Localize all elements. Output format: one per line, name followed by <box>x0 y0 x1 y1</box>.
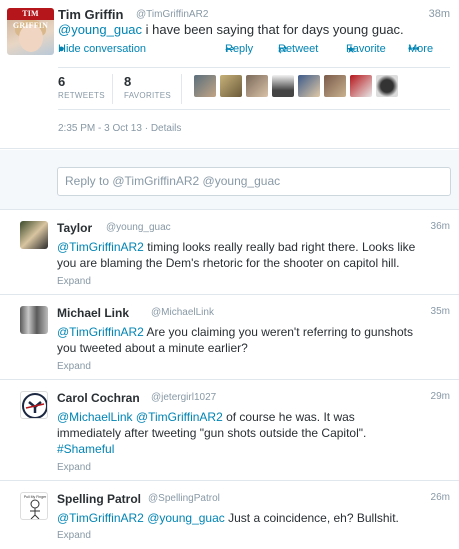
reply-time[interactable]: 26m <box>431 492 450 503</box>
reply-text: @TimGriffinAR2 Are you claiming you were… <box>57 324 449 356</box>
reply-text: @TimGriffinAR2 timing looks really reall… <box>57 239 449 271</box>
mention-link[interactable]: @young_guac <box>58 22 142 37</box>
hashtag-link[interactable]: #Shameful <box>57 442 114 456</box>
reply-author-screenname[interactable]: @young_guac <box>106 222 171 233</box>
yankees-logo-icon <box>22 393 47 418</box>
mention-link[interactable]: @TimGriffinAR2 <box>57 511 144 525</box>
author-fullname[interactable]: Tim Griffin <box>58 7 123 22</box>
reply-author-fullname[interactable]: Carol Cochran <box>57 391 140 405</box>
reply-text-line2: you tweeted about a minute earlier? <box>57 341 248 355</box>
timestamp-text: 2:35 PM - 3 Oct 13 <box>58 123 142 134</box>
reply-time[interactable]: 29m <box>431 391 450 402</box>
avatar[interactable] <box>20 306 48 334</box>
more-dots-icon: ••• <box>408 43 420 55</box>
favorites-stat[interactable]: 8 FAVORITES <box>124 74 171 100</box>
expand-link[interactable]: Expand <box>57 462 91 473</box>
favoriter-avatar[interactable] <box>376 75 398 97</box>
reply-tweet: Pull My Finger Spelling Patrol @Spelling… <box>0 482 459 549</box>
favoriter-avatar[interactable] <box>298 75 320 97</box>
reply-icon: ↩ <box>225 44 235 56</box>
avatar[interactable] <box>20 391 48 419</box>
mention-link[interactable]: @MichaelLink <box>57 410 133 424</box>
reply-button[interactable]: ↩ Reply <box>225 43 253 56</box>
tweet-body: i have been saying that for days young g… <box>142 22 404 37</box>
favorite-button[interactable]: ★ Favorite <box>346 43 386 56</box>
reply-text: @MichaelLink @TimGriffinAR2 of course he… <box>57 409 449 457</box>
retweet-button[interactable]: ⇄ Retweet <box>278 43 318 56</box>
reply-time[interactable]: 36m <box>431 221 450 232</box>
reply-author-fullname[interactable]: Spelling Patrol <box>57 492 141 506</box>
favoriter-avatar[interactable] <box>220 75 242 97</box>
stat-divider <box>181 74 182 104</box>
more-button[interactable]: ••• More <box>408 43 433 55</box>
chevron-down-circle-icon: ● <box>58 43 65 55</box>
favoriter-avatar[interactable] <box>194 75 216 97</box>
mention-link[interactable]: @young_guac <box>147 511 225 525</box>
details-link[interactable]: Details <box>151 123 182 134</box>
reply-author-fullname[interactable]: Taylor <box>57 221 92 235</box>
star-icon: ★ <box>346 44 356 56</box>
retweet-icon: ⇄ <box>278 44 288 56</box>
reply-time[interactable]: 35m <box>431 306 450 317</box>
mention-link[interactable]: @TimGriffinAR2 <box>57 240 144 254</box>
mention-link[interactable]: @TimGriffinAR2 <box>136 410 223 424</box>
favoriter-avatar[interactable] <box>324 75 346 97</box>
reply-text-line1: Are you claiming you weren't referring t… <box>143 325 413 339</box>
hide-conversation-label: Hide conversation <box>58 43 147 55</box>
reply-text-line1: timing looks really really bad right the… <box>143 240 416 254</box>
cartoon-figure-icon: Pull My Finger <box>24 495 47 519</box>
reply-author-screenname[interactable]: @SpellingPatrol <box>148 493 220 504</box>
reply-input[interactable]: Reply to @TimGriffinAR2 @young_guac <box>57 167 451 196</box>
expand-link[interactable]: Expand <box>57 361 91 372</box>
favorites-label: FAVORITES <box>124 91 172 100</box>
tweet-stats: 6 RETWEETS 8 FAVORITES <box>58 67 450 110</box>
reply-text-line2: immediately after tweeting "gun shots ou… <box>57 426 367 440</box>
tweet-actions: ● Hide conversation ↩ Reply ⇄ Retweet ★ … <box>58 43 450 57</box>
author-screenname[interactable]: @TimGriffinAR2 <box>136 9 208 20</box>
avatar-caption: Pull My Finger <box>24 495 47 499</box>
favoriter-avatar[interactable] <box>272 75 294 97</box>
avatar[interactable] <box>20 221 48 249</box>
reply-text-line2: you are blaming the Dem's rhetoric for t… <box>57 256 400 270</box>
expand-link[interactable]: Expand <box>57 530 91 541</box>
reply-author-screenname[interactable]: @MichaelLink <box>151 307 214 318</box>
avatar-logo: TIM GRIFFIN <box>7 8 54 30</box>
retweets-count: 6 <box>58 74 66 89</box>
avatar[interactable]: Pull My Finger <box>20 492 48 520</box>
reply-tweet: Carol Cochran @jetergirl1027 29m @Michae… <box>0 381 459 481</box>
reply-tweet: Taylor @young_guac 36m @TimGriffinAR2 ti… <box>0 211 459 295</box>
main-tweet: TIM GRIFFIN Tim Griffin @TimGriffinAR2 3… <box>0 0 459 149</box>
mention-link[interactable]: @TimGriffinAR2 <box>57 325 144 339</box>
reply-area: Reply to @TimGriffinAR2 @young_guac <box>0 150 459 210</box>
reply-text-line1: of course he was. It was <box>222 410 355 424</box>
tweet-timestamp: 2:35 PM - 3 Oct 13 · Details <box>58 123 182 134</box>
favorites-count: 8 <box>124 74 132 89</box>
favoriter-avatar[interactable] <box>350 75 372 97</box>
avatar[interactable]: TIM GRIFFIN <box>7 8 54 55</box>
reply-author-screenname[interactable]: @jetergirl1027 <box>151 392 216 403</box>
reply-author-fullname[interactable]: Michael Link <box>57 306 129 320</box>
retweets-stat[interactable]: 6 RETWEETS <box>58 74 105 100</box>
hide-conversation-link[interactable]: ● Hide conversation <box>58 43 146 55</box>
expand-link[interactable]: Expand <box>57 276 91 287</box>
retweets-label: RETWEETS <box>58 91 105 100</box>
tweet-time[interactable]: 38m <box>429 8 450 20</box>
reply-text: @TimGriffinAR2 @young_guac Just a coinci… <box>57 510 449 526</box>
favoriter-avatar[interactable] <box>246 75 268 97</box>
reply-tweet: Michael Link @MichaelLink 35m @TimGriffi… <box>0 296 459 380</box>
tweet-text: @young_guac i have been saying that for … <box>58 21 450 39</box>
reply-text-line1: Just a coincidence, eh? Bullshit. <box>224 511 399 525</box>
stat-divider <box>112 74 113 104</box>
